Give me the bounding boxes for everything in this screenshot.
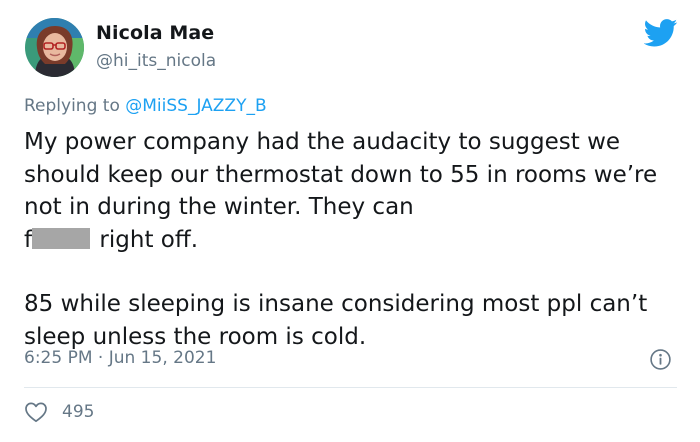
tweet-time[interactable]: 6:25 PM: [24, 348, 93, 368]
tweet-timestamp: 6:25 PM · Jun 15, 2021: [24, 348, 216, 368]
tweet-paragraph-1: My power company had the audacity to sug…: [24, 126, 684, 256]
tweet-paragraph-2: 85 while sleeping is insane considering …: [24, 291, 648, 350]
tweet-text-line-1-start: f: [24, 226, 33, 253]
reply-target-link[interactable]: @MiiSS_JAZZY_B: [125, 96, 266, 116]
avatar[interactable]: [25, 18, 84, 77]
timestamp-separator: ·: [92, 348, 109, 368]
info-icon[interactable]: [650, 349, 671, 370]
tweet-date[interactable]: Jun 15, 2021: [109, 348, 217, 368]
avatar-image: [25, 18, 84, 77]
divider: [24, 387, 677, 388]
like-count: 495: [62, 402, 95, 422]
author-handle[interactable]: @hi_its_nicola: [96, 51, 216, 71]
tweet-text-line-1-end: right off.: [92, 226, 199, 253]
twitter-bird-icon[interactable]: [643, 19, 678, 47]
redacted-word: [32, 227, 91, 249]
tweet-text: My power company had the audacity to sug…: [24, 126, 684, 353]
like-button[interactable]: 495: [24, 400, 94, 424]
tweet-card: Nicola Mae @hi_its_nicola Replying to @M…: [0, 0, 700, 442]
replying-to-label: Replying to: [24, 96, 126, 116]
tweet-text-line-1: My power company had the audacity to sug…: [24, 129, 658, 220]
replying-to-line: Replying to @MiiSS_JAZZY_B: [24, 96, 267, 116]
heart-icon[interactable]: [24, 401, 48, 423]
author-name[interactable]: Nicola Mae: [96, 22, 214, 44]
